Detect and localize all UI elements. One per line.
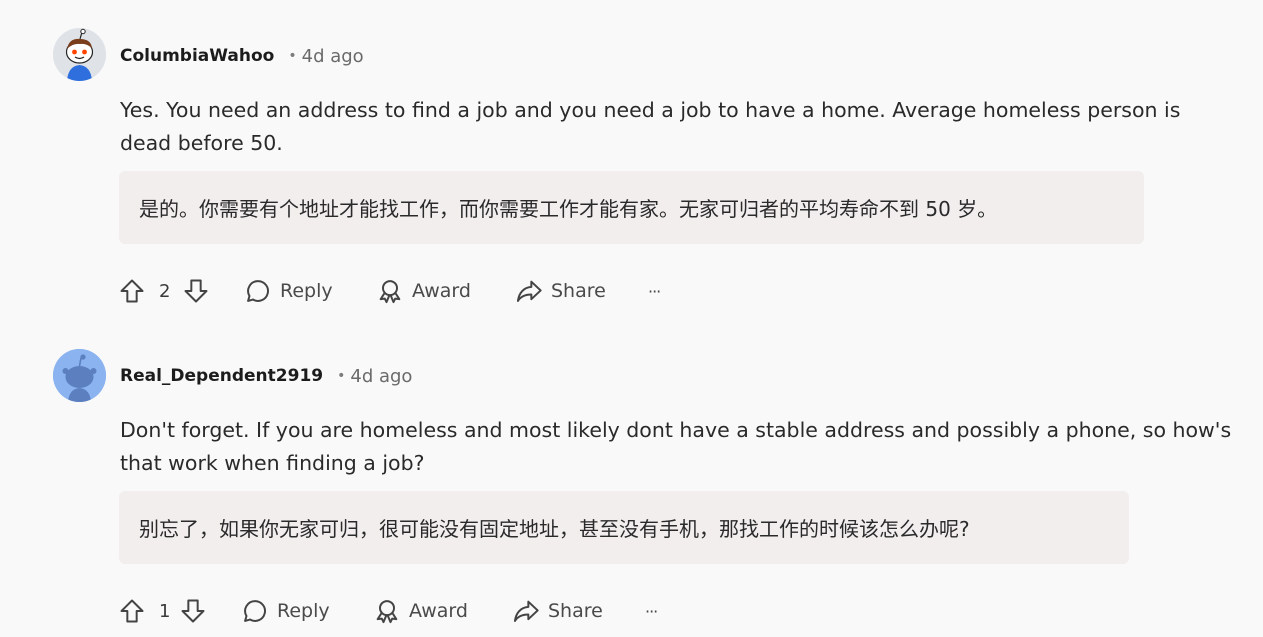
downvote-button[interactable] xyxy=(179,591,207,631)
vote-count: 2 xyxy=(159,280,171,302)
comment-actions: 2 Reply Award Share ··· xyxy=(118,271,738,311)
separator-dot: • xyxy=(288,48,297,64)
timestamp[interactable]: 4d ago xyxy=(302,46,364,67)
username[interactable]: Real_Dependent2919 xyxy=(120,366,323,386)
comment: Real_Dependent2919 • 4d ago Don't forget… xyxy=(0,320,1263,637)
comment-header: ColumbiaWahoo • 4d ago xyxy=(120,44,364,68)
reply-button[interactable]: Reply xyxy=(241,591,330,631)
reply-label: Reply xyxy=(277,600,330,622)
speech-bubble-icon xyxy=(247,280,269,302)
avatar[interactable] xyxy=(53,349,106,402)
comment-header: Real_Dependent2919 • 4d ago xyxy=(120,364,412,388)
downvote-icon xyxy=(184,279,208,303)
comment-actions: 1 Reply Award Share ··· xyxy=(118,591,738,631)
share-label: Share xyxy=(548,600,603,622)
timestamp[interactable]: 4d ago xyxy=(350,366,412,387)
award-button[interactable]: Award xyxy=(376,271,471,311)
snoo-avatar-icon xyxy=(53,28,106,81)
speech-bubble-icon xyxy=(244,600,266,622)
upvote-icon xyxy=(120,279,144,303)
award-icon xyxy=(376,600,398,624)
comment: ColumbiaWahoo • 4d ago Yes. You need an … xyxy=(0,0,1263,320)
translation-box: 别忘了，如果你无家可归，很可能没有固定地址，甚至没有手机，那找工作的时候该怎么办… xyxy=(119,491,1129,564)
comment-body: Don't forget. If you are homeless and mo… xyxy=(120,418,1232,475)
upvote-icon xyxy=(120,599,144,623)
translation-box: 是的。你需要有个地址才能找工作，而你需要工作才能有家。无家可归者的平均寿命不到 … xyxy=(119,171,1144,244)
upvote-button[interactable] xyxy=(118,271,146,311)
vote-count: 1 xyxy=(159,600,171,622)
award-icon xyxy=(379,280,401,304)
award-button[interactable]: Award xyxy=(373,591,468,631)
reply-label: Reply xyxy=(280,280,333,302)
more-options-button[interactable]: ··· xyxy=(645,591,658,631)
award-label: Award xyxy=(412,280,471,302)
translation-text: 别忘了，如果你无家可归，很可能没有固定地址，甚至没有手机，那找工作的时候该怎么办… xyxy=(139,517,970,541)
share-button[interactable]: Share xyxy=(512,591,603,631)
username[interactable]: ColumbiaWahoo xyxy=(120,46,274,66)
comment-body: Yes. You need an address to find a job a… xyxy=(120,98,1181,155)
separator-dot: • xyxy=(337,368,346,384)
share-icon xyxy=(516,280,542,302)
share-button[interactable]: Share xyxy=(515,271,606,311)
snoo-avatar-icon xyxy=(53,349,106,402)
more-options-icon: ··· xyxy=(648,281,661,301)
upvote-button[interactable] xyxy=(118,591,146,631)
more-options-button[interactable]: ··· xyxy=(648,271,661,311)
award-label: Award xyxy=(409,600,468,622)
downvote-button[interactable] xyxy=(182,271,210,311)
share-label: Share xyxy=(551,280,606,302)
reply-button[interactable]: Reply xyxy=(244,271,333,311)
downvote-icon xyxy=(181,599,205,623)
share-icon xyxy=(513,600,539,622)
translation-text: 是的。你需要有个地址才能找工作，而你需要工作才能有家。无家可归者的平均寿命不到 … xyxy=(139,197,998,221)
avatar[interactable] xyxy=(53,28,106,81)
more-options-icon: ··· xyxy=(645,601,658,621)
